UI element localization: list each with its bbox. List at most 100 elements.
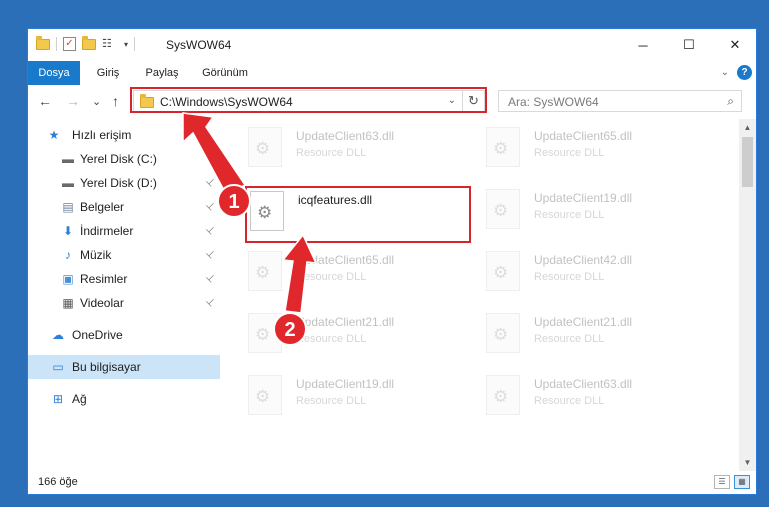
dll-file-icon [248,313,282,353]
maximize-button[interactable]: ☐ [666,29,712,61]
forward-arrow-icon[interactable]: → [66,93,80,109]
search-input[interactable]: Ara: SysWOW64 ⌕ [498,90,742,112]
pin-icon[interactable]: ⊥ [203,224,217,238]
new-folder-icon[interactable] [82,35,96,50]
sidebar-item[interactable]: ▣ Resimler ⊥ [28,267,220,291]
title-bar: ✓ ☷ ▾ SysWOW64 ─ ☐ ✕ [28,29,756,61]
file-type: Resource DLL [534,209,605,221]
back-arrow-icon[interactable]: ← [38,93,52,109]
drive-icon: ▬ [62,152,74,166]
drive-icon: ▬ [62,176,74,190]
dll-file-icon [248,375,282,415]
network-icon: ⊞ [52,392,64,406]
file-name: UpdateClient65.dll [296,253,395,267]
sidebar-item-label: OneDrive [72,328,123,342]
file-item[interactable]: UpdateClient21.dll Resource DLL [486,311,712,357]
chevron-down-icon[interactable]: ▾ [124,40,128,49]
pin-icon[interactable]: ⊥ [203,176,217,190]
computer-icon: ▭ [52,360,64,374]
details-view-icon[interactable]: ☰ [714,475,730,489]
toolbar-divider [134,37,136,51]
file-type: Resource DLL [534,147,605,159]
scroll-down-icon[interactable]: ▼ [739,454,756,471]
dll-file-icon [248,127,282,167]
file-item[interactable]: UpdateClient63.dll Resource DLL [248,125,474,171]
navigation-pane: ★ Hızlı erişim ▬ Yerel Disk (C:) ⊥ ▬ Yerel Dis… [28,123,220,463]
sidebar-item[interactable]: ▦ Videolar ⊥ [28,291,220,315]
pin-icon[interactable]: ⊥ [203,152,217,166]
file-type: Resource DLL [296,333,367,345]
vertical-scrollbar[interactable]: ▲ ▼ [739,119,756,471]
sidebar-item-label: Videolar [80,296,124,310]
sidebar-item[interactable]: ▬ Yerel Disk (C:) ⊥ [28,147,220,171]
view-toggle: ☰ ▦ [714,475,750,489]
sidebar-item[interactable]: ▬ Yerel Disk (D:) ⊥ [28,171,220,195]
file-type: Resource DLL [296,271,367,283]
file-item[interactable]: UpdateClient63.dll Resource DLL [486,373,712,419]
pin-icon[interactable]: ⊥ [203,296,217,310]
dll-file-icon [248,251,282,291]
sidebar-item[interactable]: ♪ Müzik ⊥ [28,243,220,267]
search-placeholder[interactable]: Ara: SysWOW64 [508,95,599,109]
address-highlight-box [130,87,487,113]
sidebar-item[interactable]: ☁ OneDrive [28,323,220,347]
dll-file-icon [486,313,520,353]
sidebar-item-label: İndirmeler [80,224,134,238]
tiles-view-icon[interactable]: ▦ [734,475,750,489]
properties-check-icon[interactable]: ✓ [63,37,76,51]
file-type: Resource DLL [534,333,605,345]
recent-locations-icon[interactable]: ⌄ [92,95,101,108]
dll-file-icon [486,375,520,415]
sidebar-item[interactable]: ▭ Bu bilgisayar [28,355,220,379]
file-type: Resource DLL [534,395,605,407]
search-icon[interactable]: ⌕ [727,94,734,109]
tab-home[interactable]: Giriş [86,61,130,85]
sidebar-item-label: Belgeler [80,200,125,214]
file-item[interactable]: UpdateClient65.dll Resource DLL [248,249,474,295]
music-icon: ♪ [65,248,71,262]
file-name: UpdateClient21.dll [296,315,395,329]
sidebar-item-label: Ağ [72,392,87,406]
expand-ribbon-icon[interactable]: ⌄ [721,67,729,78]
file-item[interactable]: UpdateClient65.dll Resource DLL [486,125,712,171]
file-item[interactable]: UpdateClient21.dll Resource DLL [248,311,474,357]
file-name: UpdateClient65.dll [534,129,633,143]
file-type: Resource DLL [534,271,605,283]
file-item[interactable]: UpdateClient42.dll Resource DLL [486,249,712,295]
folder-icon[interactable] [36,35,50,50]
tab-view[interactable]: Görünüm [194,61,256,85]
file-item[interactable]: UpdateClient19.dll Resource DLL [486,187,712,233]
up-arrow-icon[interactable]: ↑ [112,93,119,109]
pin-icon[interactable]: ⊥ [203,200,217,214]
file-name: UpdateClient63.dll [296,129,395,143]
file-type: Resource DLL [296,395,367,407]
sidebar-item[interactable]: ⊞ Ağ [28,387,220,411]
ribbon-tabs: Dosya Giriş Paylaş Görünüm ⌄ ? [28,61,756,85]
status-bar: 166 öğe ☰ ▦ [28,472,756,494]
tab-share[interactable]: Paylaş [136,61,188,85]
pin-icon[interactable]: ⊥ [203,248,217,262]
help-icon[interactable]: ? [737,65,752,80]
minimize-button[interactable]: ─ [620,29,666,61]
scroll-thumb[interactable] [742,137,753,187]
sidebar-item-label: Resimler [80,272,128,286]
dll-file-icon [486,127,520,167]
file-item[interactable]: UpdateClient19.dll Resource DLL [248,373,474,419]
sidebar-item-label: Müzik [80,248,112,262]
sidebar-item-label: Hızlı erişim [72,128,132,142]
pin-icon[interactable]: ⊥ [203,272,217,286]
close-button[interactable]: ✕ [712,29,756,61]
tab-file[interactable]: Dosya [28,61,80,85]
pictures-icon: ▣ [62,272,74,286]
dll-file-icon [486,251,520,291]
file-name: UpdateClient19.dll [534,191,633,205]
view-options-icon[interactable]: ☷ [102,37,118,51]
scroll-up-icon[interactable]: ▲ [739,119,756,136]
sidebar-item[interactable]: ⬇ İndirmeler ⊥ [28,219,220,243]
sidebar-item-label: Yerel Disk (C:) [80,152,157,166]
sidebar-item[interactable]: ★ Hızlı erişim [28,123,220,147]
sidebar-item-label: Bu bilgisayar [72,360,141,374]
sidebar-item[interactable]: ▤ Belgeler ⊥ [28,195,220,219]
sidebar-item-label: Yerel Disk (D:) [80,176,157,190]
file-list: UpdateClient63.dllResource DLLUpdateClie… [228,119,738,463]
